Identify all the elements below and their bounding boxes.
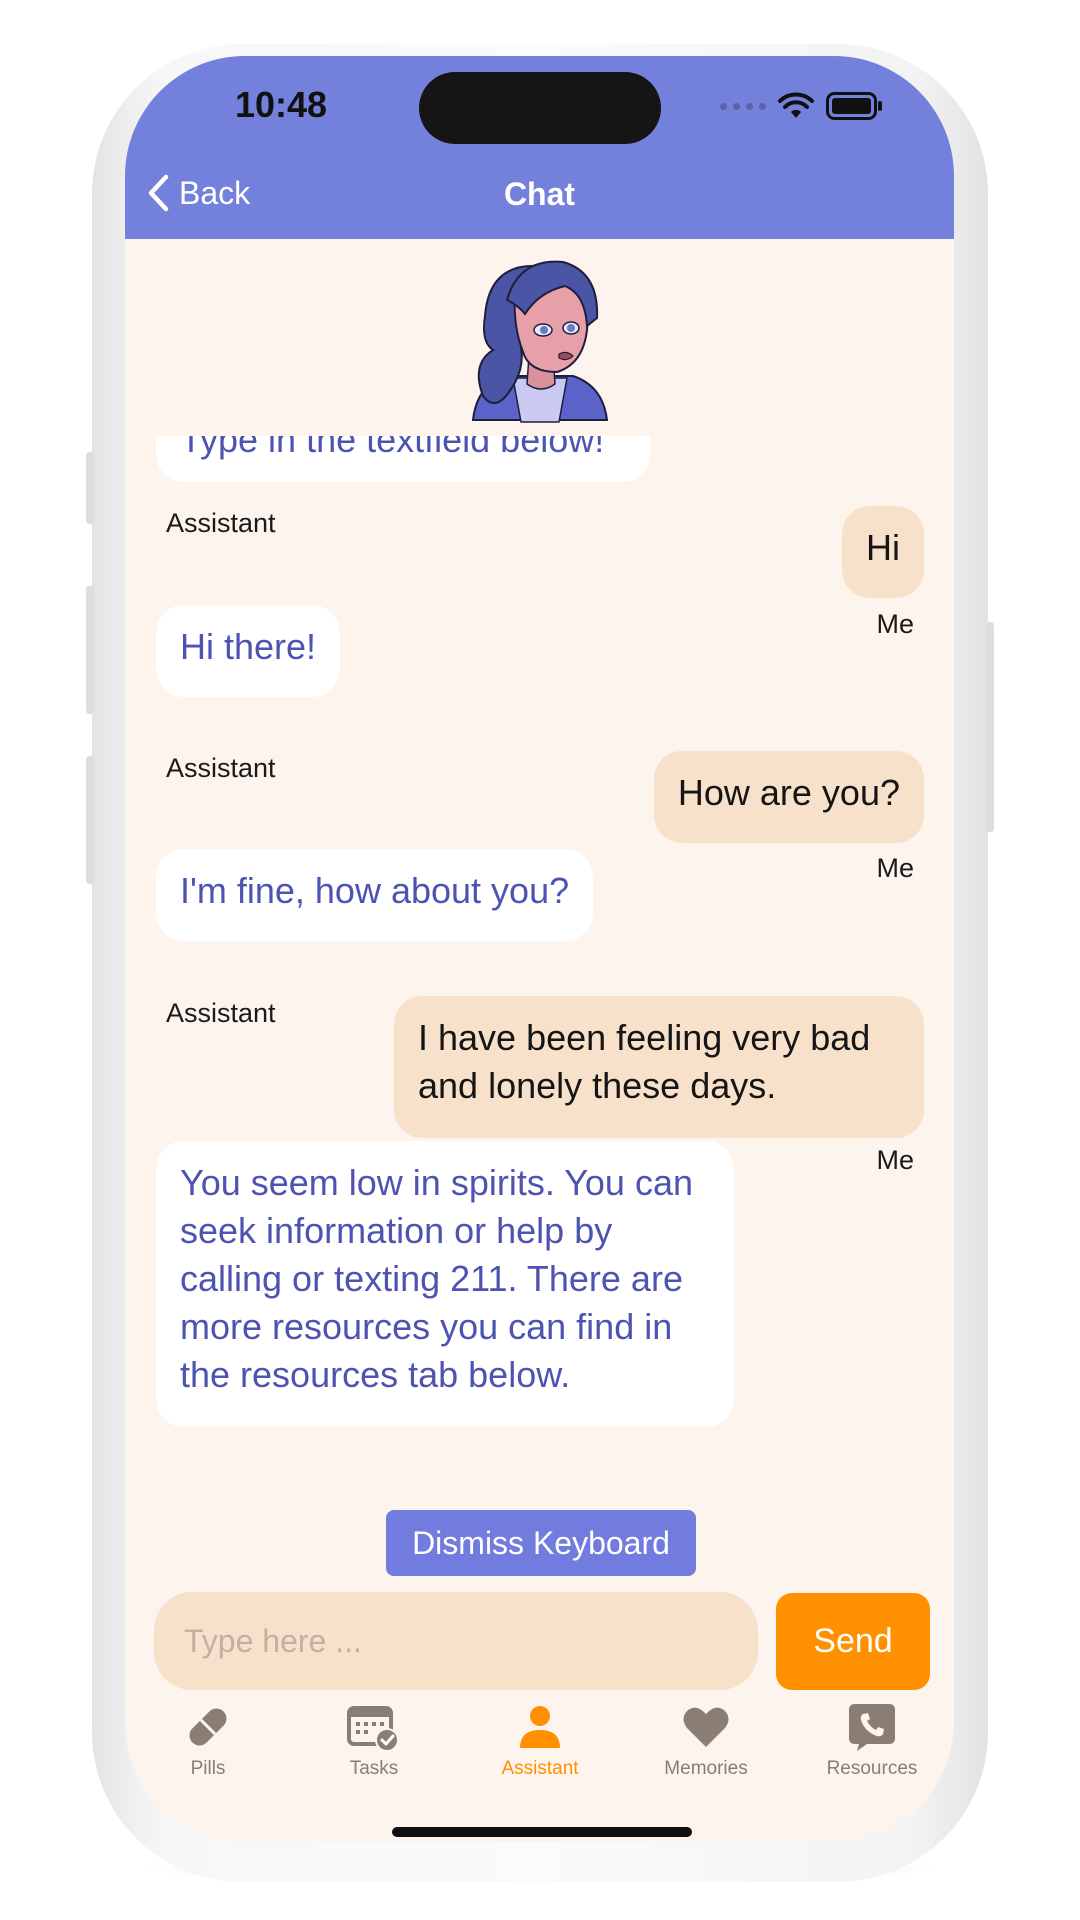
- pill-icon: [189, 1708, 227, 1746]
- tab-label: Assistant: [501, 1758, 579, 1779]
- phone-screen: 10:48 Back Chat Type in the textfield be…: [125, 56, 954, 1842]
- tab-label: Memories: [664, 1758, 748, 1779]
- tab-resources[interactable]: Resources: [789, 1702, 954, 1780]
- status-time: 10:48: [235, 84, 328, 125]
- sender-label: Me: [876, 609, 914, 639]
- my-message: Hi: [842, 506, 924, 598]
- tab-bar: Pills Tasks Assistant Memories Resources: [125, 1702, 954, 1802]
- sender-label: Assistant: [166, 508, 276, 538]
- chat-list[interactable]: Type in the textfield below! Assistant H…: [125, 436, 954, 1506]
- home-indicator[interactable]: [392, 1827, 692, 1837]
- assistant-message: You seem low in spirits. You can seek in…: [156, 1141, 734, 1427]
- assistant-avatar: [471, 260, 609, 423]
- tab-assistant[interactable]: Assistant: [457, 1702, 623, 1780]
- volume-up-button: [86, 586, 94, 714]
- tab-label: Pills: [190, 1758, 226, 1779]
- sender-label: Assistant: [166, 998, 276, 1028]
- my-message: I have been feeling very bad and lonely …: [394, 996, 924, 1138]
- heart-icon: [683, 1707, 729, 1747]
- sender-label: Me: [876, 1145, 914, 1175]
- tab-label: Tasks: [349, 1758, 399, 1779]
- volume-down-button: [86, 756, 94, 884]
- send-button[interactable]: Send: [776, 1593, 930, 1690]
- assistant-message: Type in the textfield below!: [156, 436, 650, 482]
- assistant-message: Hi there!: [156, 605, 341, 697]
- person-icon: [520, 1706, 560, 1748]
- status-icons: [720, 92, 884, 120]
- sender-label: Me: [876, 853, 914, 883]
- sender-label: Assistant: [166, 753, 276, 783]
- phone-bubble-icon: [849, 1704, 895, 1751]
- tab-label: Resources: [826, 1758, 918, 1779]
- tab-memories[interactable]: Memories: [623, 1702, 789, 1780]
- dismiss-keyboard-button[interactable]: Dismiss Keyboard: [386, 1510, 696, 1576]
- tab-tasks[interactable]: Tasks: [291, 1702, 457, 1780]
- power-button: [986, 622, 994, 832]
- message-input[interactable]: [154, 1592, 758, 1690]
- nav-header: 10:48 Back Chat: [125, 56, 954, 239]
- calendar-check-icon: [347, 1706, 399, 1752]
- assistant-message: I'm fine, how about you?: [156, 849, 594, 941]
- dynamic-island: [419, 72, 661, 144]
- battery-icon: [826, 92, 882, 120]
- my-message: How are you?: [653, 751, 924, 843]
- wifi-icon: [778, 92, 814, 118]
- silent-switch: [86, 452, 94, 524]
- cellular-signal-icon: [720, 102, 766, 110]
- tab-pills[interactable]: Pills: [125, 1702, 291, 1780]
- page-title: Chat: [503, 176, 576, 212]
